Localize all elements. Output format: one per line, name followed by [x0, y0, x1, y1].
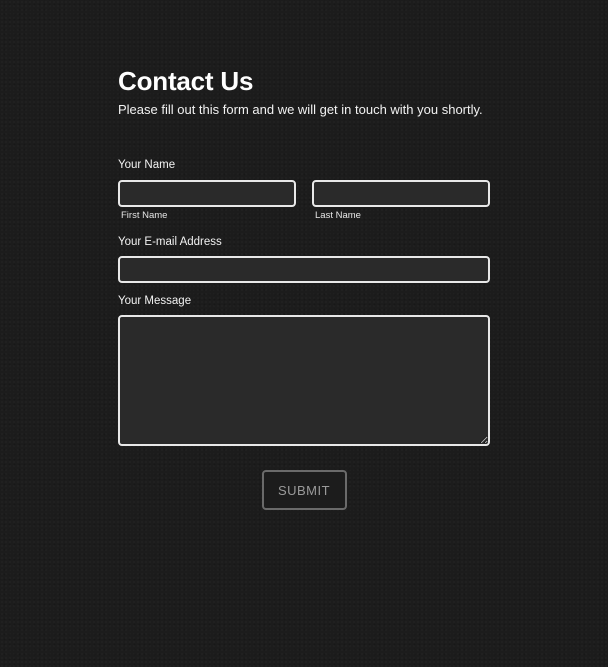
submit-container: SUBMIT: [118, 470, 490, 510]
last-name-group: Last Name: [312, 180, 490, 222]
email-label: Your E-mail Address: [118, 236, 222, 248]
last-name-input[interactable]: [312, 180, 490, 207]
first-name-input[interactable]: [118, 180, 296, 207]
form-title: Contact Us: [118, 66, 254, 96]
message-label: Your Message: [118, 295, 192, 307]
contact-form: Contact Us Please fill out this form and…: [118, 64, 490, 510]
submit-button[interactable]: SUBMIT: [261, 470, 347, 510]
email-input[interactable]: [118, 256, 490, 283]
last-name-sublabel: Last Name: [315, 210, 361, 221]
name-label: Your Name: [118, 159, 176, 171]
message-textarea[interactable]: [118, 315, 490, 446]
first-name-sublabel: First Name: [121, 210, 168, 221]
first-name-group: First Name: [118, 180, 296, 222]
form-subtitle: Please fill out this form and we will ge…: [118, 102, 483, 117]
name-row: First Name Last Name: [118, 180, 490, 222]
